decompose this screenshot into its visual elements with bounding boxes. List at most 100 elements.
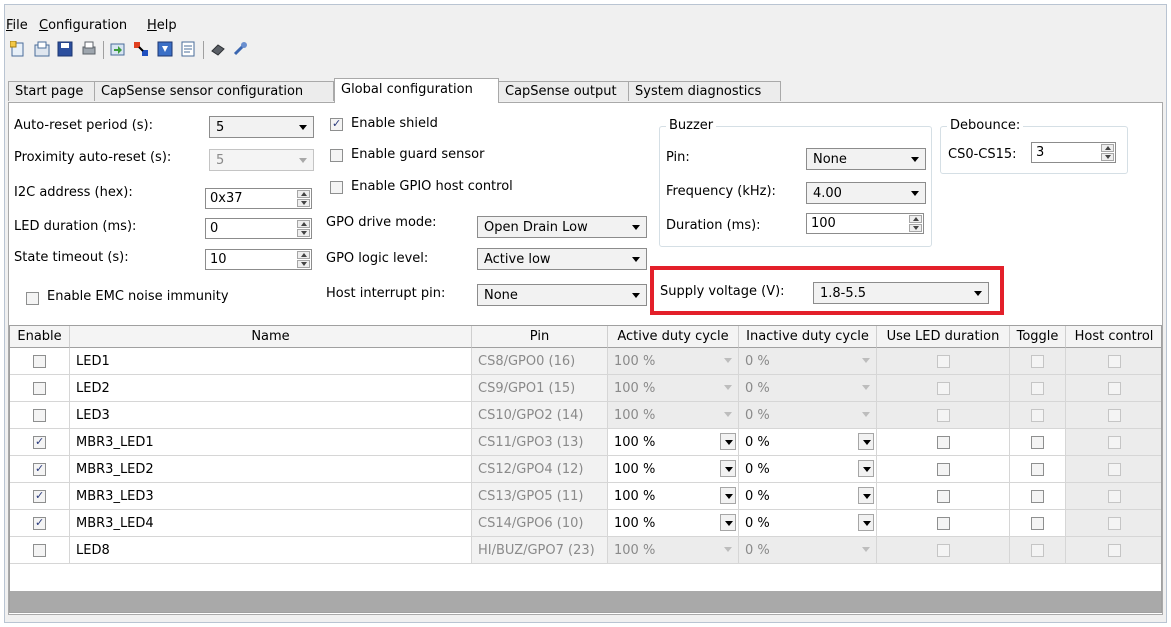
tab-capsense-sensor-configuration[interactable]: CapSense sensor configuration [94, 81, 334, 101]
row-active-duty: 100 % [614, 489, 656, 504]
row-enable-checkbox[interactable] [33, 409, 46, 422]
row-name-cell[interactable]: LED3 [70, 402, 472, 429]
row-active-duty-cell[interactable]: 100 % [608, 429, 739, 456]
tab-global-configuration[interactable]: Global configuration [334, 78, 499, 103]
column-header-enable[interactable]: Enable [10, 326, 70, 348]
row-use-led-duration-checkbox[interactable] [936, 490, 950, 503]
host-interrupt-select[interactable]: None [477, 284, 647, 306]
row-toggle-cell [1010, 348, 1066, 375]
enable-emc-checkbox[interactable] [26, 292, 39, 305]
row-name-cell[interactable]: LED2 [70, 375, 472, 402]
chevron-down-icon[interactable] [858, 487, 874, 504]
chevron-down-icon[interactable] [858, 460, 874, 477]
row-name-cell[interactable]: LED1 [70, 348, 472, 375]
spin-down-icon[interactable] [297, 199, 310, 207]
tab-capsense-output[interactable]: CapSense output [498, 81, 629, 101]
row-enable-checkbox[interactable]: ✓ [33, 462, 46, 476]
row-inactive-duty-cell[interactable]: 0 % [739, 510, 877, 537]
row-active-duty-cell[interactable]: 100 % [608, 483, 739, 510]
row-inactive-duty-cell[interactable]: 0 % [739, 456, 877, 483]
row-toggle-checkbox[interactable] [1031, 517, 1044, 530]
buzzer-duration-spinner[interactable]: 100 [806, 213, 924, 234]
buzzer-frequency-select[interactable]: 4.00 [806, 182, 926, 204]
spin-up-icon[interactable] [297, 190, 310, 198]
chevron-down-icon[interactable] [720, 514, 736, 531]
new-project-icon[interactable] [9, 40, 26, 57]
spin-down-icon[interactable] [1101, 153, 1114, 161]
row-enable-checkbox[interactable] [33, 544, 46, 557]
spin-up-icon[interactable] [297, 251, 310, 259]
column-header-toggle[interactable]: Toggle [1010, 326, 1066, 348]
i2c-address-spinner[interactable]: 0x37 [205, 188, 312, 209]
row-inactive-duty-cell[interactable]: 0 % [739, 483, 877, 510]
buzzer-pin-select[interactable]: None [806, 148, 926, 170]
row-active-duty-cell[interactable]: 100 % [608, 510, 739, 537]
row-use-led-duration-checkbox[interactable] [936, 463, 950, 476]
row-name-cell[interactable]: LED8 [70, 537, 472, 564]
row-inactive-duty: 0 % [745, 489, 770, 504]
auto-reset-label: Auto-reset period (s): [14, 118, 154, 133]
save-icon[interactable] [57, 41, 73, 57]
row-name-cell[interactable]: MBR3_LED1 [70, 429, 472, 456]
spin-down-icon[interactable] [297, 260, 310, 268]
chip-icon[interactable] [210, 41, 226, 57]
spin-down-icon[interactable] [909, 224, 922, 232]
enable-shield-checkbox[interactable]: ✓ [330, 117, 343, 131]
column-header-active-duty[interactable]: Active duty cycle [608, 326, 739, 348]
configure-device-icon[interactable] [110, 41, 126, 57]
chevron-down-icon[interactable] [858, 433, 874, 450]
row-use-led-duration-checkbox[interactable] [936, 436, 950, 449]
chevron-down-icon[interactable] [720, 487, 736, 504]
row-active-duty: 100 % [614, 408, 656, 423]
row-enable-checkbox[interactable] [33, 382, 46, 395]
spin-up-icon[interactable] [1101, 144, 1114, 152]
menu-configuration[interactable]: Configuration [39, 18, 127, 33]
tab-system-diagnostics[interactable]: System diagnostics [628, 81, 781, 101]
led-duration-spinner[interactable]: 0 [205, 218, 312, 239]
row-enable-checkbox[interactable] [33, 355, 46, 368]
auto-reset-select[interactable]: 5 [209, 116, 314, 138]
row-host-control-cell [1066, 375, 1161, 402]
chevron-down-icon [858, 379, 874, 396]
column-header-host-control[interactable]: Host control [1066, 326, 1161, 348]
spin-down-icon[interactable] [297, 229, 310, 237]
open-project-icon[interactable] [34, 41, 50, 57]
row-use-led-duration-cell [877, 348, 1010, 375]
enable-guard-checkbox[interactable] [330, 149, 343, 162]
connect-icon[interactable] [133, 41, 149, 57]
print-icon[interactable] [81, 41, 97, 57]
row-enable-checkbox[interactable]: ✓ [33, 435, 46, 449]
state-timeout-spinner[interactable]: 10 [205, 249, 312, 270]
row-active-duty-cell[interactable]: 100 % [608, 456, 739, 483]
row-use-led-duration-checkbox[interactable] [936, 517, 950, 530]
column-header-use-led-duration[interactable]: Use LED duration [877, 326, 1010, 348]
chevron-down-icon[interactable] [858, 514, 874, 531]
column-header-inactive-duty[interactable]: Inactive duty cycle [739, 326, 877, 348]
column-header-pin[interactable]: Pin [472, 326, 608, 348]
gpo-logic-select[interactable]: Active low [477, 248, 647, 270]
spin-up-icon[interactable] [297, 220, 310, 228]
row-inactive-duty-cell[interactable]: 0 % [739, 429, 877, 456]
chevron-down-icon[interactable] [720, 433, 736, 450]
row-active-duty: 100 % [614, 381, 656, 396]
menu-help[interactable]: Help [147, 18, 177, 33]
download-icon[interactable] [157, 41, 173, 57]
column-header-name[interactable]: Name [70, 326, 472, 348]
spin-up-icon[interactable] [909, 215, 922, 223]
menu-file[interactable]: File [6, 18, 28, 33]
chevron-down-icon[interactable] [720, 460, 736, 477]
row-enable-checkbox[interactable]: ✓ [33, 489, 46, 503]
row-enable-checkbox[interactable]: ✓ [33, 516, 46, 530]
row-name-cell[interactable]: MBR3_LED2 [70, 456, 472, 483]
document-icon[interactable] [180, 41, 196, 57]
enable-gpio-checkbox[interactable] [330, 181, 343, 194]
gpo-drive-select[interactable]: Open Drain Low [477, 216, 647, 238]
row-toggle-checkbox[interactable] [1031, 490, 1044, 503]
tab-start-page[interactable]: Start page [8, 81, 95, 101]
debounce-spinner[interactable]: 3 [1031, 142, 1116, 163]
row-toggle-checkbox[interactable] [1031, 436, 1044, 449]
row-toggle-checkbox[interactable] [1031, 463, 1044, 476]
row-name-cell[interactable]: MBR3_LED4 [70, 510, 472, 537]
row-name-cell[interactable]: MBR3_LED3 [70, 483, 472, 510]
tools-icon[interactable] [232, 41, 248, 57]
